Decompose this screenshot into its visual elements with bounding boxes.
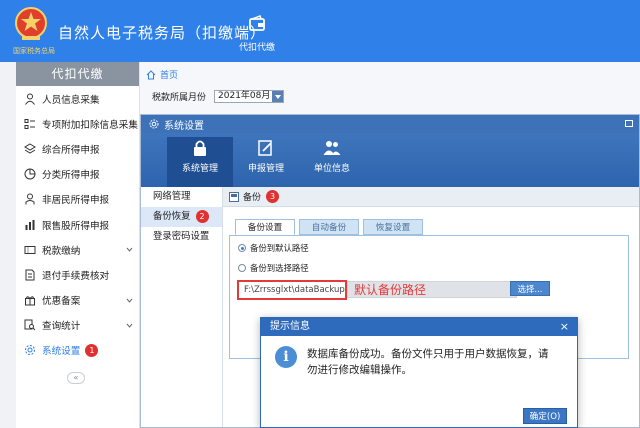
sidebar-collapse-button[interactable]: « — [67, 372, 85, 384]
sidebar-item-classified-income[interactable]: 分类所得申报 — [16, 162, 139, 187]
sidebar-item-fee-refund[interactable]: 退付手续费核对 — [16, 262, 139, 287]
sidebar-item-special-deduction[interactable]: 专项附加扣除信息采集 — [16, 111, 139, 136]
nav-login-password[interactable]: 登录密码设置 — [141, 227, 222, 247]
sidebar-item-query-statistics[interactable]: 查询统计 — [16, 313, 139, 338]
gift-icon — [25, 296, 35, 306]
app-header: 国家税务总局 自然人电子税务局（扣缴端） 代扣代缴 — [0, 0, 640, 62]
sidebar-heading: 代扣代缴 — [16, 62, 139, 86]
lock-icon — [194, 140, 206, 156]
settings-left-nav: 网络管理 备份恢复 2 登录密码设置 — [141, 187, 223, 427]
radio-selected-icon — [238, 244, 246, 252]
person-icon — [25, 93, 35, 105]
bar-chart-icon — [25, 219, 35, 230]
sidebar-item-personnel-info[interactable]: 人员信息采集 — [16, 86, 139, 111]
radio-default-path[interactable]: 备份到默认路径 — [238, 242, 309, 254]
tax-period-label: 税款所属月份 — [152, 93, 207, 103]
radio-unselected-icon — [238, 264, 246, 272]
path-annotation: 默认备份路径 — [354, 283, 427, 297]
close-icon[interactable]: × — [560, 318, 569, 336]
settings-tabs: 系统管理 申报管理 单位信息 — [141, 133, 639, 187]
gear-icon — [25, 345, 35, 356]
dialog-message: 数据库备份成功。备份文件只用于用户数据恢复，请勿进行修改编辑操作。 — [307, 348, 549, 376]
tab-system-management[interactable]: 系统管理 — [167, 137, 233, 187]
national-emblem-icon — [15, 7, 47, 40]
ticket-icon — [24, 245, 36, 254]
chevron-down-icon — [126, 298, 133, 303]
header-tab-label: 代扣代缴 — [238, 43, 275, 53]
ok-button[interactable]: 确定(O) — [523, 408, 567, 424]
tab-auto-backup[interactable]: 自动备份 — [299, 219, 359, 235]
backup-path-input[interactable]: F:\Zrrssglxt\dataBackup — [237, 280, 347, 300]
document-icon — [25, 269, 35, 281]
tax-period-row: 税款所属月份 2021年08月 — [152, 90, 285, 103]
edit-document-icon — [258, 140, 272, 156]
tax-period-select[interactable]: 2021年08月 — [214, 90, 285, 103]
sidebar-item-comprehensive-income[interactable]: 综合所得申报 — [16, 136, 139, 161]
tab-unit-info[interactable]: 单位信息 — [299, 137, 365, 187]
gear-icon — [149, 119, 159, 129]
breadcrumb[interactable]: 首页 — [146, 68, 178, 81]
sidebar: 代扣代缴 人员信息采集 专项附加扣除信息采集 综合所得申报 分类所得申报 非居民… — [16, 62, 140, 428]
pie-icon — [24, 168, 36, 180]
radio-choose-path[interactable]: 备份到选择路径 — [238, 262, 309, 274]
sidebar-item-system-settings[interactable]: 系统设置 1 — [16, 338, 139, 363]
home-icon — [146, 69, 156, 79]
settings-window-titlebar: 系统设置 — [141, 115, 639, 133]
step-badge: 2 — [195, 210, 209, 223]
info-icon: i — [275, 346, 297, 368]
emblem-caption: 国家税务总局 — [13, 47, 55, 55]
layers-icon — [24, 143, 36, 154]
nav-backup-restore[interactable]: 备份恢复 2 — [141, 207, 222, 227]
step-badge: 1 — [85, 343, 99, 357]
dropdown-arrow-icon — [272, 91, 284, 102]
sidebar-item-restricted-shares[interactable]: 限售股所得申报 — [16, 212, 139, 237]
backup-section-title: 备份 3 — [223, 187, 639, 207]
dialog-titlebar: 提示信息 × — [261, 318, 577, 336]
users-icon — [323, 141, 341, 155]
nav-network-management[interactable]: 网络管理 — [141, 187, 222, 207]
tab-backup-settings[interactable]: 备份设置 — [235, 219, 295, 235]
window-restore-button[interactable] — [625, 120, 633, 127]
list-icon — [24, 118, 35, 129]
person-outline-icon — [25, 193, 35, 205]
backup-tabs: 备份设置 自动备份 恢复设置 — [235, 219, 427, 235]
choose-path-button[interactable]: 选择... — [510, 281, 550, 296]
wallet-icon — [249, 15, 265, 31]
chevron-down-icon — [126, 323, 133, 328]
header-tab-withholding[interactable]: 代扣代缴 — [232, 14, 282, 53]
step-badge: 3 — [266, 190, 280, 203]
info-dialog: 提示信息 × i 数据库备份成功。备份文件只用于用户数据恢复，请勿进行修改编辑操… — [260, 317, 578, 428]
backup-icon — [229, 191, 239, 202]
tab-restore-settings[interactable]: 恢复设置 — [363, 219, 423, 235]
sidebar-item-nonresident-income[interactable]: 非居民所得申报 — [16, 187, 139, 212]
tab-declaration-management[interactable]: 申报管理 — [233, 137, 299, 187]
search-doc-icon — [24, 319, 36, 331]
sidebar-item-preferential-filing[interactable]: 优惠备案 — [16, 288, 139, 313]
sidebar-item-tax-payment[interactable]: 税款缴纳 — [16, 237, 139, 262]
chevron-down-icon — [126, 247, 133, 252]
